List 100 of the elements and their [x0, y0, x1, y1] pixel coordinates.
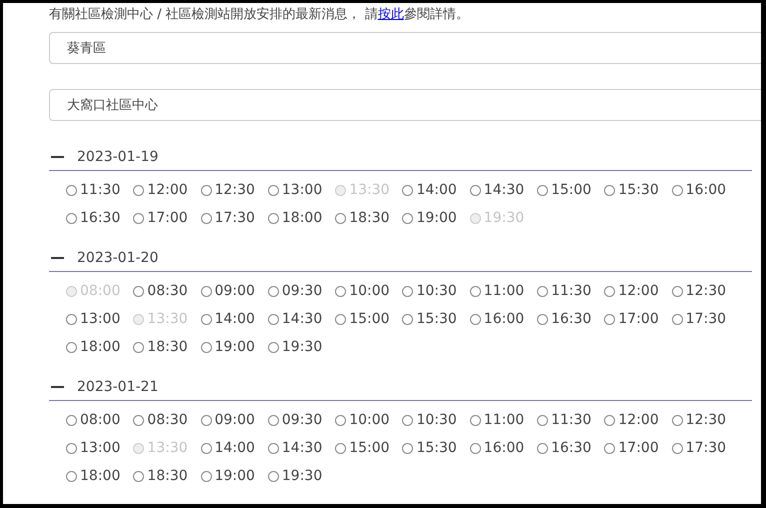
- time-slot-option[interactable]: 12:00: [604, 406, 672, 434]
- radio-icon: [335, 414, 346, 426]
- select-field[interactable]: 葵青區: [49, 32, 761, 64]
- radio-icon: [470, 442, 481, 454]
- radio-icon: [604, 286, 616, 296]
- radio-icon: [66, 470, 77, 482]
- radio-icon: [470, 314, 481, 324]
- time-slot-option[interactable]: 11:00: [470, 277, 538, 305]
- radio-icon: [200, 286, 212, 296]
- radio-icon: [268, 470, 279, 482]
- radio-icon: [604, 442, 616, 454]
- radio-icon: [133, 442, 144, 454]
- time-slot-option[interactable]: 15:00: [335, 434, 402, 462]
- radio-icon: [604, 414, 616, 426]
- time-slot-option[interactable]: 14:00: [402, 176, 470, 204]
- time-slot-option[interactable]: 10:30: [402, 277, 470, 305]
- time-slot-option[interactable]: 11:00: [470, 406, 538, 434]
- time-slot-option[interactable]: 14:00: [200, 434, 268, 462]
- time-slot-option[interactable]: 14:00: [200, 305, 268, 333]
- radio-icon: [133, 212, 144, 224]
- radio-icon: [335, 184, 346, 196]
- time-slot-option[interactable]: 19:00: [200, 333, 268, 361]
- radio-icon: [470, 414, 481, 426]
- time-slot-option[interactable]: 17:00: [133, 204, 201, 232]
- time-slot-option[interactable]: 12:30: [672, 277, 739, 305]
- time-slot-option[interactable]: 15:30: [604, 176, 672, 204]
- time-slot-option[interactable]: 13:00: [66, 305, 134, 333]
- time-slot-option[interactable]: 16:00: [672, 176, 739, 204]
- time-slot-option[interactable]: 08:30: [133, 406, 201, 434]
- time-slot-option[interactable]: 16:30: [537, 305, 604, 333]
- radio-icon: [335, 286, 346, 296]
- radio-icon: [66, 342, 77, 352]
- radio-icon: [133, 470, 144, 482]
- time-slot-option[interactable]: 17:00: [604, 305, 672, 333]
- time-slot-option[interactable]: 12:00: [604, 277, 672, 305]
- radio-icon: [402, 286, 414, 296]
- time-slot-option[interactable]: 09:00: [200, 277, 268, 305]
- time-slot-option[interactable]: 11:30: [66, 176, 134, 204]
- time-slot-option[interactable]: 19:00: [200, 462, 268, 490]
- time-slot-option[interactable]: 16:00: [470, 305, 538, 333]
- radio-icon: [672, 314, 683, 324]
- time-slot-option[interactable]: 17:30: [672, 434, 739, 462]
- radio-icon: [537, 184, 548, 196]
- time-slot-option[interactable]: 15:30: [402, 305, 470, 333]
- radio-icon: [335, 442, 346, 454]
- time-slot-option[interactable]: 08:00: [66, 406, 134, 434]
- time-slot-option[interactable]: 18:30: [133, 333, 201, 361]
- time-slot-option[interactable]: 15:30: [402, 434, 470, 462]
- time-slot-option[interactable]: 14:30: [470, 176, 538, 204]
- date-heading: 2023-01-21: [77, 379, 158, 395]
- time-slot-option[interactable]: 12:00: [133, 176, 201, 204]
- time-slot-option[interactable]: 16:00: [470, 434, 538, 462]
- time-slot-option[interactable]: 17:30: [672, 305, 739, 333]
- time-slot-option[interactable]: 12:30: [200, 176, 268, 204]
- radio-icon: [200, 342, 212, 352]
- time-slot-option[interactable]: 12:30: [672, 406, 739, 434]
- time-slot-option[interactable]: 17:00: [604, 434, 672, 462]
- link[interactable]: 按此: [378, 7, 404, 22]
- radio-icon: [537, 286, 548, 296]
- time-slot-option[interactable]: 09:30: [268, 406, 336, 434]
- radio-icon: [268, 442, 279, 454]
- radio-icon: [133, 286, 144, 296]
- time-slot-option[interactable]: 09:00: [200, 406, 268, 434]
- time-slot-option[interactable]: 16:30: [66, 204, 134, 232]
- time-slot-option[interactable]: 15:00: [335, 305, 402, 333]
- radio-icon: [66, 442, 77, 454]
- select-field[interactable]: 大窩口社區中心: [49, 89, 761, 121]
- radio-icon: [66, 414, 77, 426]
- time-slot-option[interactable]: 19:30: [268, 333, 336, 361]
- time-slot-option[interactable]: 14:30: [268, 305, 336, 333]
- notice-text: 有關社區檢測中心 / 社區檢測站開放安排的最新消息， 請按此參閱詳情。: [49, 7, 470, 23]
- radio-icon: [402, 212, 414, 224]
- time-slot-option[interactable]: 10:00: [335, 406, 402, 434]
- radio-icon: [604, 184, 616, 196]
- time-slot-option[interactable]: 16:30: [537, 434, 604, 462]
- time-slot-option[interactable]: 18:00: [66, 333, 134, 361]
- time-slot-option[interactable]: 08:30: [133, 277, 201, 305]
- radio-icon: [268, 286, 279, 296]
- time-slot-option[interactable]: 17:30: [200, 204, 268, 232]
- time-slot-option[interactable]: 19:00: [402, 204, 470, 232]
- time-slot-option[interactable]: 10:30: [402, 406, 470, 434]
- time-slot-option[interactable]: 09:30: [268, 277, 336, 305]
- time-slot-option[interactable]: 11:30: [537, 277, 604, 305]
- time-slot-option[interactable]: 18:00: [66, 462, 134, 490]
- radio-icon: [335, 212, 346, 224]
- time-slot-option[interactable]: 11:30: [537, 406, 604, 434]
- radio-icon: [268, 342, 279, 352]
- time-slot-option[interactable]: 10:00: [335, 277, 402, 305]
- time-slot-option[interactable]: 18:30: [335, 204, 402, 232]
- time-slot-option[interactable]: 18:00: [268, 204, 336, 232]
- time-slot-option[interactable]: 15:00: [537, 176, 604, 204]
- time-slot-option[interactable]: 18:30: [133, 462, 201, 490]
- time-slot-option[interactable]: 13:00: [268, 176, 336, 204]
- time-slot-option[interactable]: 13:00: [66, 434, 134, 462]
- time-slot-option[interactable]: 14:30: [268, 434, 336, 462]
- radio-icon: [133, 342, 144, 352]
- radio-icon: [470, 184, 481, 196]
- radio-icon: [200, 314, 212, 324]
- radio-icon: [672, 286, 683, 296]
- time-slot-option[interactable]: 19:30: [268, 462, 336, 490]
